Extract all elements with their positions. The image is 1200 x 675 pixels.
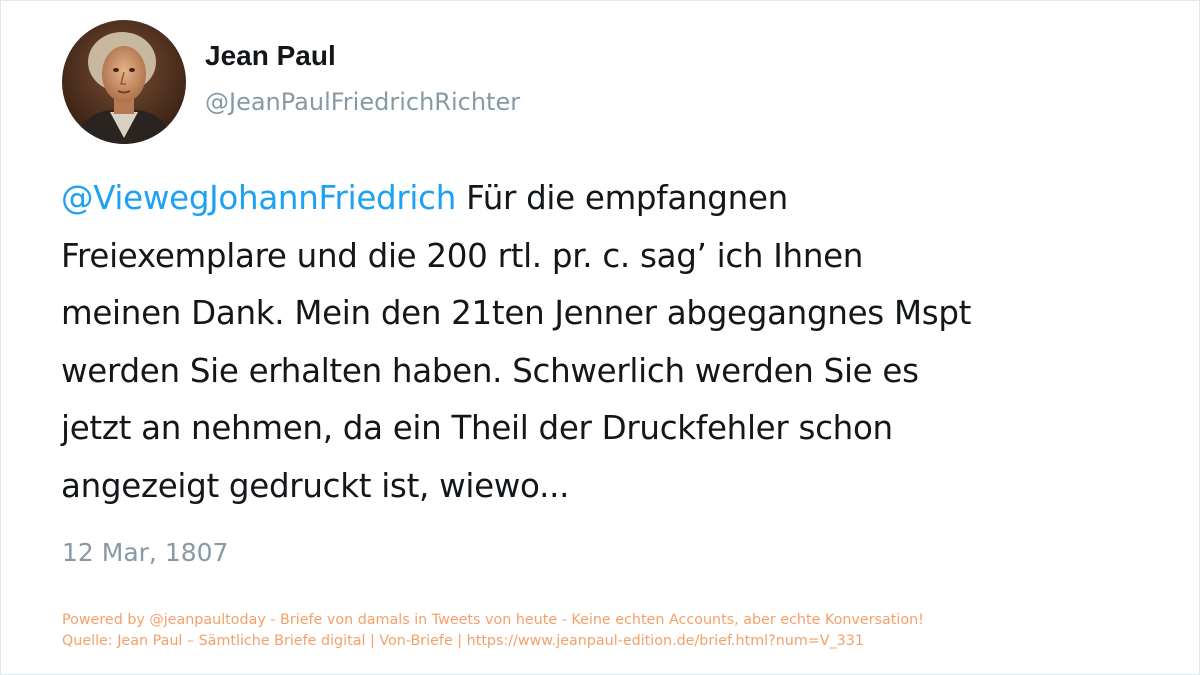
- author-name[interactable]: Jean Paul: [205, 40, 336, 72]
- tweet-text: @ViewegJohannFriedrich Für die empfangne…: [61, 170, 1151, 516]
- tweet-line: meinen Dank. Mein den 21ten Jenner abgeg…: [61, 294, 972, 333]
- portrait-avatar-icon: [62, 20, 186, 144]
- tweet-line: @ViewegJohannFriedrich Für die empfangne…: [61, 170, 1151, 228]
- tweet-line: jetzt an nehmen, da ein Theil der Druckf…: [61, 409, 893, 448]
- footer: Powered by @jeanpaultoday - Briefe von d…: [62, 610, 924, 652]
- tweet-line: werden Sie erhalten haben. Schwerlich we…: [61, 351, 919, 390]
- avatar[interactable]: [62, 20, 186, 144]
- author-handle[interactable]: @JeanPaulFriedrichRichter: [205, 88, 520, 116]
- tweet-line-text: Für die empfangnen: [456, 179, 788, 217]
- powered-by-text: Powered by @jeanpaultoday - Briefe von d…: [62, 612, 924, 628]
- mention-link[interactable]: @ViewegJohannFriedrich: [61, 179, 456, 217]
- source-text: Quelle: Jean Paul – Sämtliche Briefe dig…: [62, 633, 864, 649]
- tweet-date: 12 Mar, 1807: [62, 538, 229, 567]
- tweet-line: angezeigt gedruckt ist, wiewo...: [61, 466, 570, 505]
- tweet-line: Freiexemplare und die 200 rtl. pr. c. sa…: [61, 236, 864, 275]
